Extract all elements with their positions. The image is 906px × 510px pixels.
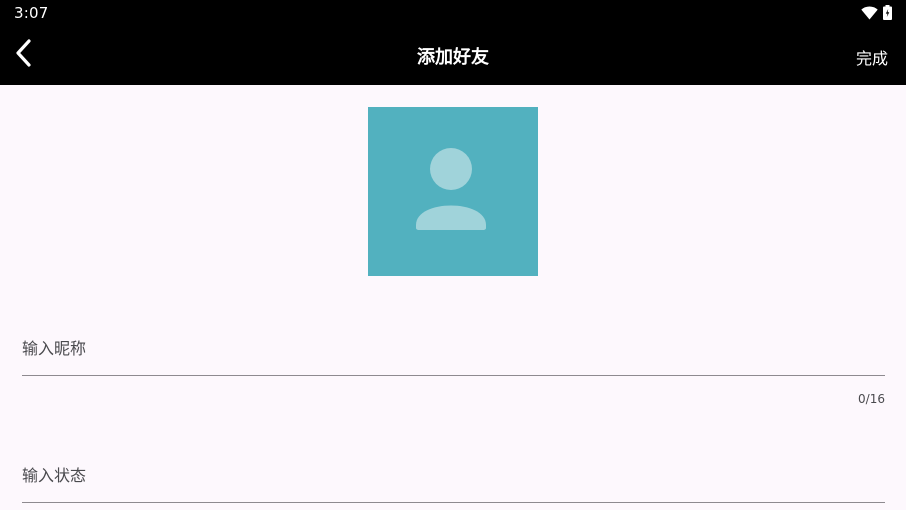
avatar-picker[interactable] [368,107,538,276]
page-title: 添加好友 [417,47,489,68]
nickname-field-wrapper [22,336,885,376]
status-field-wrapper [22,463,885,503]
top-app-bar: 添加好友 完成 [0,26,906,85]
battery-icon [883,5,892,24]
nickname-char-counter: 0/16 [858,392,885,406]
status-icons [861,5,892,24]
status-bar: 3:07 [0,0,906,26]
person-icon [368,107,538,276]
nickname-input[interactable] [22,336,885,376]
wifi-icon [861,5,878,24]
status-input[interactable] [22,463,885,503]
done-button[interactable]: 完成 [856,45,888,69]
status-time: 3:07 [14,4,49,22]
